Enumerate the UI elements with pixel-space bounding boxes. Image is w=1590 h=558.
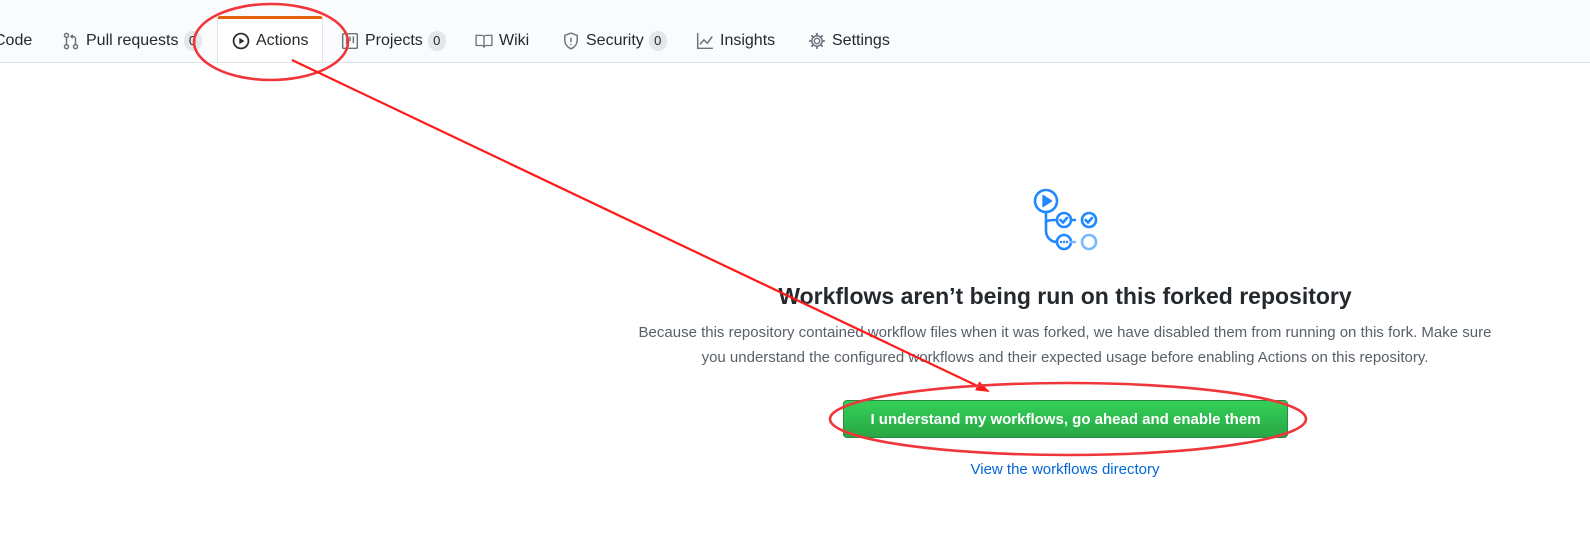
tab-pull-requests-label: Pull requests	[86, 31, 179, 49]
tab-settings-label: Settings	[832, 31, 890, 49]
shield-icon	[564, 31, 578, 50]
view-workflows-link-text[interactable]: View the workflows directory	[971, 461, 1160, 478]
description-line-1: Because this repository contained workfl…	[638, 324, 1492, 341]
tab-projects-label: Projects	[365, 31, 423, 49]
tab-projects[interactable]: Projects 0	[341, 18, 446, 63]
tab-insights-label: Insights	[720, 31, 776, 49]
tab-actions[interactable]: Actions	[217, 16, 324, 62]
gear-icon	[809, 32, 825, 49]
tab-code-label: Code	[0, 31, 33, 49]
security-count: 0	[648, 30, 667, 51]
tab-settings[interactable]: Settings	[808, 18, 890, 63]
view-workflows-link: View the workflows directory	[585, 461, 1545, 478]
project-icon	[341, 32, 359, 49]
blankslate-title: Workflows aren’t being run on this forke…	[778, 283, 1352, 309]
tab-pull-requests[interactable]: Pull requests 0	[62, 18, 202, 63]
repo-nav-tabs: Code Pull requests 0 Actions	[0, 0, 1590, 63]
tab-insights[interactable]: Insights	[696, 18, 775, 63]
graph-icon	[696, 32, 713, 49]
tab-code[interactable]: Code	[0, 18, 32, 63]
description-line-2: you understand the configured workflows …	[701, 349, 1429, 366]
tab-wiki-label: Wiki	[499, 31, 530, 49]
tab-security[interactable]: Security 0	[562, 18, 667, 63]
tab-wiki[interactable]: Wiki	[475, 18, 529, 63]
blankslate-description: Because this repository contained workfl…	[585, 320, 1545, 370]
book-icon	[475, 34, 493, 48]
actions-page: Code Pull requests 0 Actions	[0, 0, 1590, 558]
tab-actions-label: Actions	[256, 31, 309, 49]
enable-workflows-button[interactable]: I understand my workflows, go ahead and …	[843, 400, 1288, 438]
pull-requests-count: 0	[183, 30, 202, 51]
projects-count: 0	[427, 30, 446, 51]
workflow-icon	[1033, 188, 1098, 251]
play-icon	[232, 32, 250, 49]
git-pull-request-icon	[63, 32, 79, 49]
tab-security-label: Security	[586, 31, 644, 49]
